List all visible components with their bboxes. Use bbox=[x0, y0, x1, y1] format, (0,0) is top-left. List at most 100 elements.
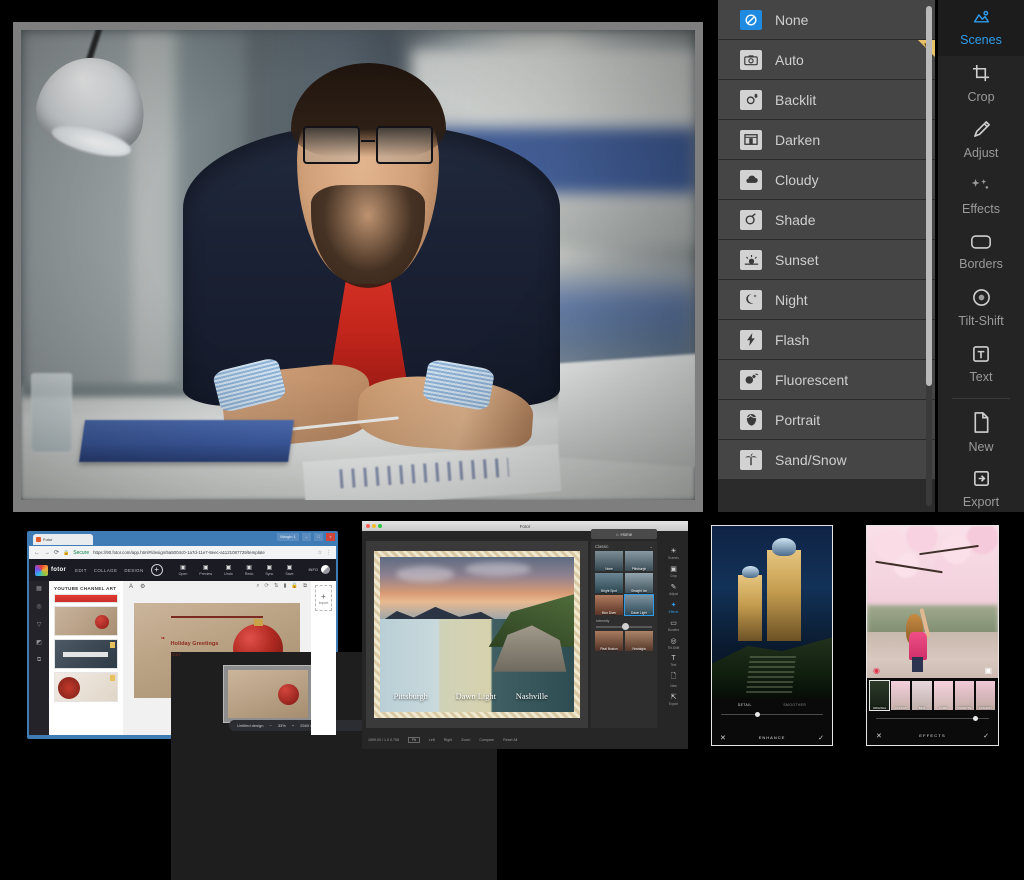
design-stage[interactable]: A ⚙ ⌕ ⟳ ⇅ ▮ 🔒 ⧉ ❧ Holida bbox=[123, 581, 313, 735]
stage-minimap[interactable] bbox=[223, 665, 313, 723]
web-menu-collage[interactable]: COLLAGE bbox=[94, 568, 118, 573]
enhance-slider[interactable] bbox=[721, 714, 823, 715]
web-action-undo[interactable]: ▣Undo bbox=[224, 564, 233, 576]
mac-filter-mon-diver[interactable]: Mon Diver bbox=[595, 595, 623, 615]
thumbnail-web-app[interactable]: Fotor Margin 1 – □ × ← → ⟳ 🔒 Secure http… bbox=[14, 521, 351, 749]
web-action-preview[interactable]: ▣Preview bbox=[199, 564, 212, 576]
flip-tool-icon[interactable]: ⇅ bbox=[274, 583, 279, 590]
url-text[interactable]: https://90.fotor.com/app.html#/design/5a… bbox=[93, 550, 313, 555]
background-icon[interactable]: ◩ bbox=[36, 639, 42, 646]
web-left-rail[interactable]: ▦ ◎ ▽ ◩ ⧉ bbox=[29, 581, 49, 735]
scenes-scrollbar[interactable] bbox=[926, 6, 932, 506]
web-action-open[interactable]: ▣Open bbox=[179, 564, 188, 576]
effect-filter-lomo[interactable]: LOMO bbox=[934, 681, 953, 710]
mac-tool-scenes[interactable]: ☀Scenes bbox=[661, 545, 686, 562]
scene-item-fluorescent[interactable]: Fluorescent bbox=[718, 360, 935, 400]
avatar[interactable] bbox=[321, 565, 330, 574]
mac-editor-area[interactable]: Pittsburgh Dawn Light Nashville bbox=[366, 541, 588, 728]
zoom-tool-icon[interactable]: ⌕ bbox=[256, 583, 259, 590]
mac-filter-straight-ice[interactable]: Straight Ice bbox=[625, 573, 653, 593]
scene-item-night[interactable]: Night bbox=[718, 280, 935, 320]
tool-adjust[interactable]: Adjust bbox=[938, 112, 1024, 168]
tool-borders[interactable]: Borders bbox=[938, 224, 1024, 280]
mac-tool-crop[interactable]: ▣Crop bbox=[661, 563, 686, 580]
scene-item-auto[interactable]: Auto bbox=[718, 40, 935, 80]
mac-tool-new[interactable]: 🗋New bbox=[661, 670, 686, 690]
check-icon[interactable]: ✓ bbox=[983, 732, 989, 740]
enhance-tab-detail[interactable]: DETAIL bbox=[738, 703, 752, 707]
mac-filter-real-illusion[interactable]: Real Illusion bbox=[595, 631, 623, 651]
template-item[interactable] bbox=[54, 672, 118, 702]
intensity-knob[interactable] bbox=[622, 623, 629, 630]
mac-footer-zoom[interactable]: Zoom bbox=[461, 738, 470, 742]
scene-item-none[interactable]: None bbox=[718, 0, 935, 40]
bookmark-icon[interactable]: ☆ bbox=[318, 550, 322, 556]
mac-filter-none[interactable]: None bbox=[595, 551, 623, 571]
browser-address-bar[interactable]: ← → ⟳ 🔒 Secure https://90.fotor.com/app.… bbox=[29, 546, 336, 559]
browser-user-chip[interactable]: Margin 1 bbox=[277, 533, 299, 541]
scene-item-portrait[interactable]: Portrait bbox=[718, 400, 935, 440]
delete-tool-icon[interactable]: ▮ bbox=[283, 583, 286, 590]
chevron-icon[interactable]: ⌄ bbox=[649, 544, 653, 549]
effect-filter-classic[interactable]: CLASSIC bbox=[891, 681, 910, 710]
account-area[interactable]: INFO bbox=[308, 565, 330, 574]
mac-filter-pittsburgh[interactable]: Pittsburgh bbox=[625, 551, 653, 571]
scene-item-cloudy[interactable]: Cloudy bbox=[718, 160, 935, 200]
enhance-tab-smoother[interactable]: SMOOTHER bbox=[783, 703, 806, 707]
web-menu-edit[interactable]: EDIT bbox=[75, 568, 87, 573]
mac-footer-right[interactable]: Right bbox=[444, 738, 452, 742]
web-action-save[interactable]: ▣Save bbox=[285, 564, 293, 576]
stage-status-bar[interactable]: Untitled design − 33% + 2560 x 1440px bbox=[229, 720, 369, 731]
menu-icon[interactable]: ⋮ bbox=[326, 550, 331, 556]
mac-tool-effects[interactable]: ✦Effects bbox=[661, 599, 686, 616]
template-item[interactable] bbox=[54, 639, 118, 669]
stage-toolbar[interactable]: A ⚙ ⌕ ⟳ ⇅ ▮ 🔒 ⧉ bbox=[123, 581, 313, 592]
close-button[interactable]: × bbox=[326, 533, 335, 541]
zoom-in-button[interactable]: + bbox=[292, 723, 294, 728]
photo-canvas[interactable] bbox=[13, 22, 703, 512]
zoom-select[interactable]: Fit bbox=[408, 737, 420, 743]
tool-crop[interactable]: Crop bbox=[938, 56, 1024, 112]
scene-item-flash[interactable]: Flash bbox=[718, 320, 935, 360]
rotate-tool-icon[interactable]: ⟳ bbox=[264, 583, 269, 590]
templates-icon[interactable]: ▦ bbox=[36, 585, 42, 592]
check-icon[interactable]: ✓ bbox=[818, 734, 824, 742]
text-tool-icon[interactable]: A bbox=[129, 584, 133, 590]
effect-filter-fashion[interactable]: FASHION bbox=[976, 681, 995, 710]
forward-icon[interactable]: → bbox=[44, 550, 50, 556]
back-icon[interactable]: ← bbox=[34, 550, 40, 556]
scene-item-sand-snow[interactable]: Sand/Snow bbox=[718, 440, 935, 480]
mac-tool-export[interactable]: ⇱Export bbox=[661, 691, 686, 708]
settings-tool-icon[interactable]: ⚙ bbox=[140, 583, 145, 590]
tool-export[interactable]: Export bbox=[938, 461, 1024, 517]
thumbnail-mac-app[interactable]: Fotor Pittsburgh Dawn Light Nashville bbox=[362, 521, 688, 749]
mac-filter-bright-spot[interactable]: Bright Spot bbox=[595, 573, 623, 593]
close-icon[interactable]: ✕ bbox=[720, 734, 726, 742]
effect-filter-vignette[interactable]: VIGNETTE bbox=[955, 681, 974, 710]
scrollbar-thumb[interactable] bbox=[926, 6, 932, 386]
photos-icon[interactable]: ◎ bbox=[36, 603, 41, 610]
template-item[interactable] bbox=[54, 606, 118, 636]
lock-tool-icon[interactable]: 🔒 bbox=[291, 583, 298, 590]
scene-item-sunset[interactable]: Sunset bbox=[718, 240, 935, 280]
mac-home-button[interactable]: ⌂ Home bbox=[591, 529, 657, 539]
template-item[interactable] bbox=[54, 594, 118, 603]
filter-strip[interactable]: ORIGINALCLASSICB&WLOMOVIGNETTEFASHION bbox=[867, 678, 998, 714]
slider-knob[interactable] bbox=[973, 716, 978, 721]
mac-filter-nostalgia[interactable]: Nostalgia bbox=[625, 631, 653, 651]
window-controls[interactable]: Margin 1 – □ × bbox=[277, 533, 335, 541]
effects-group-header[interactable]: Classic ⌄ bbox=[591, 541, 657, 551]
layers-icon[interactable]: ⧉ bbox=[37, 657, 41, 664]
shapes-icon[interactable]: ▽ bbox=[37, 621, 42, 628]
browser-tab[interactable]: Fotor bbox=[33, 534, 93, 545]
tool-new[interactable]: New bbox=[938, 405, 1024, 461]
import-dropzone[interactable]: + Import bbox=[315, 585, 332, 611]
scene-item-darken[interactable]: Darken bbox=[718, 120, 935, 160]
mac-tool-adjust[interactable]: ✎Adjust bbox=[661, 581, 686, 598]
mac-tool-tilt-shift[interactable]: ◎Tilt-Shift bbox=[661, 635, 686, 652]
minimize-button[interactable]: – bbox=[302, 533, 311, 541]
slider-knob[interactable] bbox=[755, 712, 760, 717]
zoom-out-button[interactable]: − bbox=[269, 723, 271, 728]
mac-footer-reset-all[interactable]: Reset All bbox=[503, 738, 517, 742]
tool-effects[interactable]: Effects bbox=[938, 168, 1024, 224]
